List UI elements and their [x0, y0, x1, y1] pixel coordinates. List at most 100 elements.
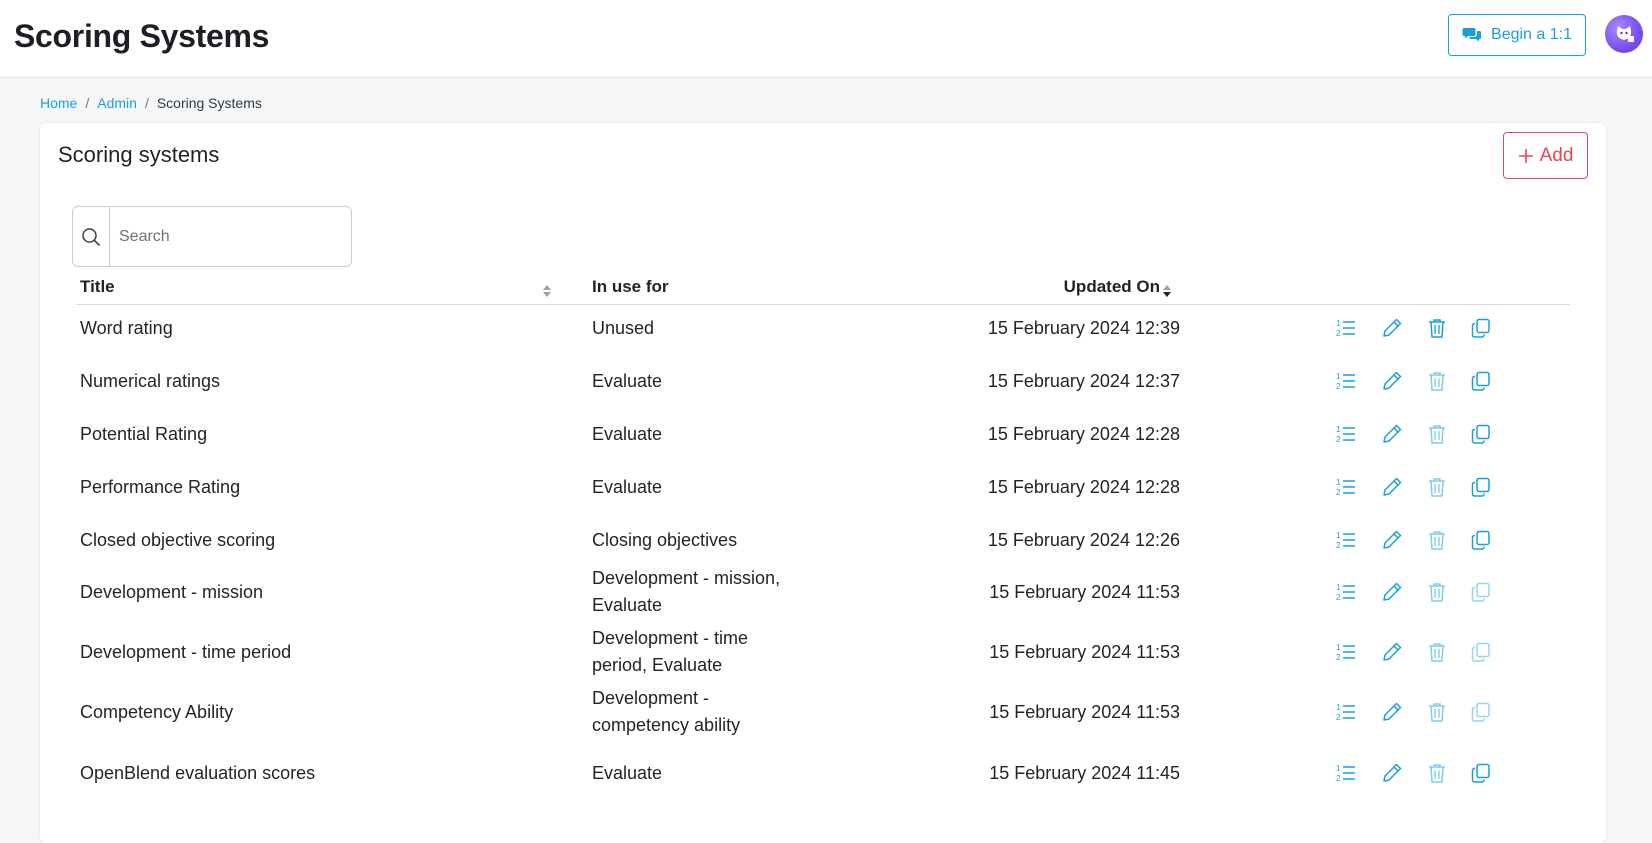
trash-icon[interactable]	[1425, 640, 1449, 664]
row-actions: 1 2	[1334, 528, 1504, 552]
row-actions: 1 2	[1334, 640, 1504, 664]
avatar[interactable]	[1605, 15, 1643, 53]
trash-icon[interactable]	[1425, 580, 1449, 604]
row-actions: 1 2	[1334, 369, 1504, 393]
row-updated: 15 February 2024 12:39	[987, 318, 1180, 338]
row-in-use: Development - competency ability	[592, 688, 741, 735]
list-icon[interactable]: 1 2	[1334, 761, 1358, 785]
breadcrumb: Home / Admin / Scoring Systems	[40, 95, 262, 111]
row-in-use: Evaluate	[592, 763, 663, 783]
svg-text:2: 2	[1336, 593, 1341, 602]
row-title[interactable]: Potential Rating	[80, 421, 207, 448]
table-row: Development - mission Development - miss…	[76, 564, 1570, 620]
trash-icon[interactable]	[1425, 761, 1449, 785]
row-updated: 15 February 2024 11:53	[989, 582, 1180, 602]
chat-bubbles-icon	[1462, 28, 1482, 42]
pencil-icon[interactable]	[1380, 316, 1404, 340]
row-title[interactable]: Development - mission	[80, 579, 263, 606]
pencil-icon[interactable]	[1380, 700, 1404, 724]
copy-icon[interactable]	[1469, 761, 1493, 785]
svg-text:2: 2	[1336, 435, 1341, 444]
copy-icon[interactable]	[1469, 640, 1493, 664]
sort-descending-icon[interactable]	[1162, 284, 1172, 298]
table-row: Numerical ratings Evaluate 15 February 2…	[76, 361, 1570, 401]
column-header-updated[interactable]: Updated On	[1064, 277, 1160, 297]
add-button-label: Add	[1539, 144, 1574, 166]
trash-icon[interactable]	[1425, 316, 1449, 340]
breadcrumb-separator: /	[85, 95, 90, 111]
pencil-icon[interactable]	[1380, 640, 1404, 664]
row-actions: 1 2	[1334, 761, 1504, 785]
row-in-use: Development - time period, Evaluate	[592, 628, 749, 675]
trash-icon[interactable]	[1425, 700, 1449, 724]
table-header: Title In use for Updated On	[76, 273, 1570, 305]
list-icon[interactable]: 1 2	[1334, 528, 1358, 552]
svg-text:1: 1	[1336, 372, 1341, 381]
breadcrumb-separator: /	[144, 95, 149, 111]
list-icon[interactable]: 1 2	[1334, 316, 1358, 340]
row-actions: 1 2	[1334, 475, 1504, 499]
list-icon[interactable]: 1 2	[1334, 475, 1358, 499]
table-row: Word rating Unused 15 February 2024 12:3…	[76, 308, 1570, 348]
search-input[interactable]	[110, 207, 351, 266]
begin-button-label: Begin a 1:1	[1491, 26, 1572, 43]
list-icon[interactable]: 1 2	[1334, 422, 1358, 446]
breadcrumb-home-link[interactable]: Home	[40, 95, 77, 111]
row-title[interactable]: Word rating	[80, 315, 173, 342]
column-header-in-use[interactable]: In use for	[592, 277, 669, 297]
trash-icon[interactable]	[1425, 528, 1449, 552]
row-actions: 1 2	[1334, 580, 1504, 604]
list-icon[interactable]: 1 2	[1334, 580, 1358, 604]
sort-neutral-icon[interactable]	[542, 284, 552, 298]
copy-icon[interactable]	[1469, 422, 1493, 446]
pencil-icon[interactable]	[1380, 369, 1404, 393]
copy-icon[interactable]	[1469, 316, 1493, 340]
svg-text:1: 1	[1336, 643, 1341, 652]
list-icon[interactable]: 1 2	[1334, 700, 1358, 724]
pencil-icon[interactable]	[1380, 475, 1404, 499]
row-in-use: Evaluate	[592, 371, 663, 391]
row-title[interactable]: Performance Rating	[80, 474, 240, 501]
row-title[interactable]: Closed objective scoring	[80, 527, 275, 554]
column-header-title[interactable]: Title	[80, 277, 115, 297]
trash-icon[interactable]	[1425, 422, 1449, 446]
add-button[interactable]: Add	[1503, 132, 1588, 179]
page-title: Scoring Systems	[14, 18, 270, 54]
copy-icon[interactable]	[1469, 580, 1493, 604]
pencil-icon[interactable]	[1380, 580, 1404, 604]
table-row: Potential Rating Evaluate 15 February 20…	[76, 414, 1570, 454]
trash-icon[interactable]	[1425, 475, 1449, 499]
trash-icon[interactable]	[1425, 369, 1449, 393]
row-actions: 1 2	[1334, 422, 1504, 446]
row-actions: 1 2	[1334, 700, 1504, 724]
copy-icon[interactable]	[1469, 528, 1493, 552]
copy-icon[interactable]	[1469, 369, 1493, 393]
row-title[interactable]: OpenBlend evaluation scores	[80, 760, 315, 787]
search-icon	[73, 207, 110, 266]
list-icon[interactable]: 1 2	[1334, 369, 1358, 393]
card-title: Scoring systems	[58, 142, 220, 167]
row-title[interactable]: Competency Ability	[80, 699, 233, 726]
pencil-icon[interactable]	[1380, 528, 1404, 552]
search-box	[72, 206, 352, 267]
cat-mascot-icon	[1616, 26, 1634, 42]
svg-text:2: 2	[1336, 329, 1341, 338]
table-row: Development - time period Development - …	[76, 624, 1570, 680]
pencil-icon[interactable]	[1380, 422, 1404, 446]
copy-icon[interactable]	[1469, 700, 1493, 724]
begin-one-on-one-button[interactable]: Begin a 1:1	[1448, 14, 1586, 56]
list-icon[interactable]: 1 2	[1334, 640, 1358, 664]
top-bar: Scoring Systems Begin a 1:1	[0, 0, 1652, 78]
pencil-icon[interactable]	[1380, 761, 1404, 785]
copy-icon[interactable]	[1469, 475, 1493, 499]
row-updated: 15 February 2024 12:28	[987, 424, 1180, 444]
row-in-use: Unused	[592, 318, 655, 338]
plus-icon	[1518, 148, 1533, 163]
row-title[interactable]: Development - time period	[80, 639, 291, 666]
row-title[interactable]: Numerical ratings	[80, 368, 220, 395]
svg-text:1: 1	[1336, 319, 1341, 328]
breadcrumb-admin-link[interactable]: Admin	[97, 95, 137, 111]
row-in-use: Evaluate	[592, 424, 663, 444]
svg-text:2: 2	[1336, 541, 1341, 550]
row-updated: 15 February 2024 11:53	[989, 642, 1180, 662]
